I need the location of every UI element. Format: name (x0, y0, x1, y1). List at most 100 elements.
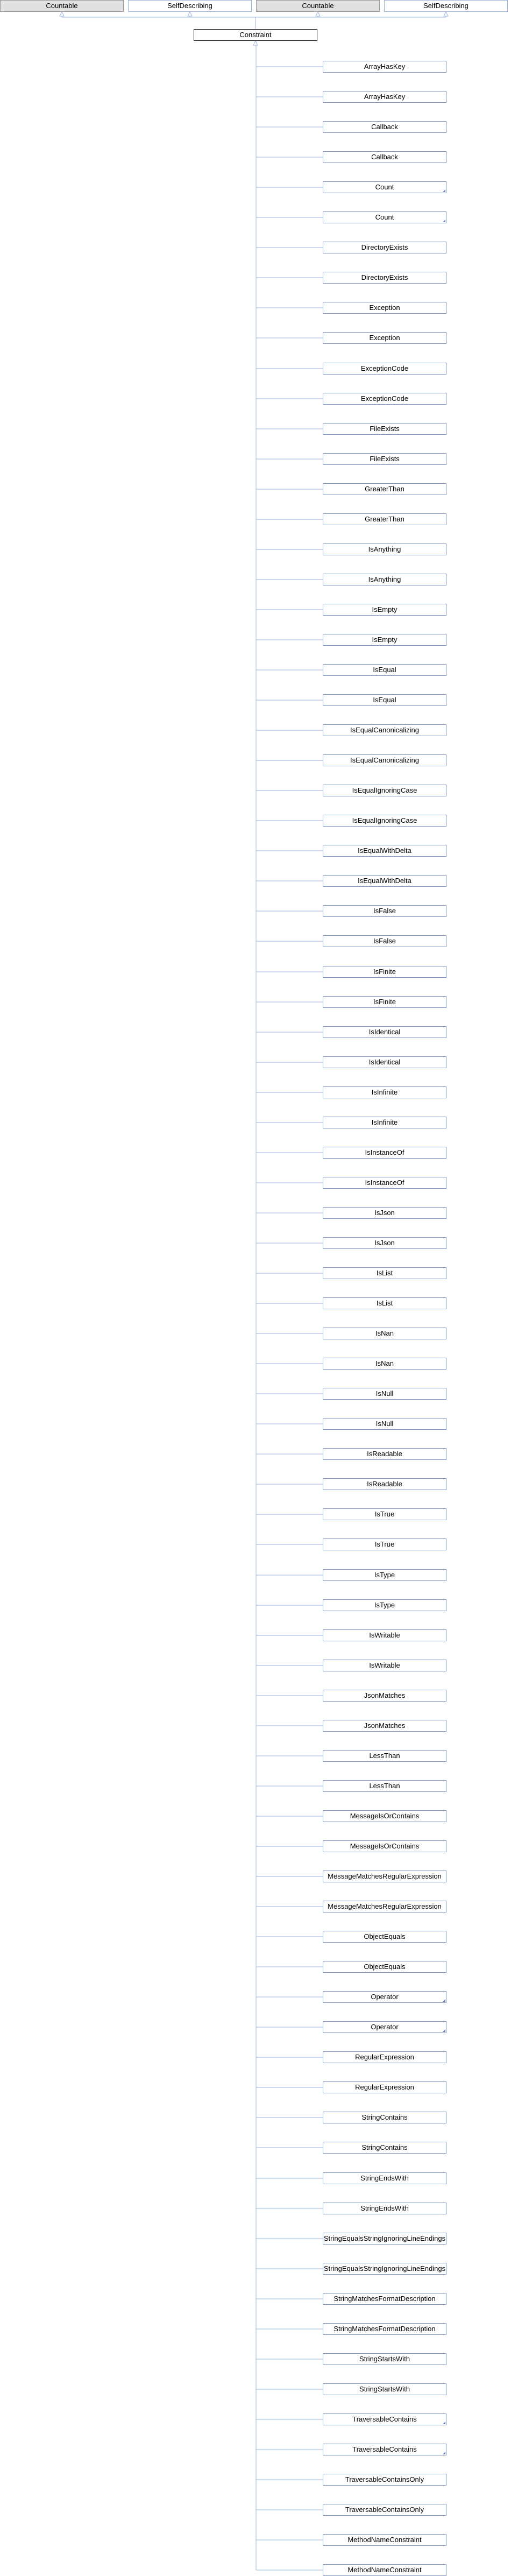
node-regular-expression[interactable]: RegularExpression (323, 2051, 446, 2063)
node-string-contains[interactable]: StringContains (323, 2142, 446, 2154)
node-is-type[interactable]: IsType (323, 1569, 446, 1581)
node-string-equals-string-ignoring-line-endings[interactable]: StringEqualsStringIgnoringLineEndings (323, 2263, 446, 2275)
node-is-equal-ignoring-case[interactable]: IsEqualIgnoringCase (323, 785, 446, 796)
node-label: Countable (302, 2, 334, 10)
node-is-writable[interactable]: IsWritable (323, 1629, 446, 1641)
node-is-false[interactable]: IsFalse (323, 935, 446, 947)
node-operator[interactable]: Operator (323, 2021, 446, 2033)
node-greater-than[interactable]: GreaterThan (323, 513, 446, 525)
node-is-json[interactable]: IsJson (323, 1237, 446, 1249)
node-regular-expression[interactable]: RegularExpression (323, 2081, 446, 2093)
node-is-json[interactable]: IsJson (323, 1207, 446, 1219)
node-is-null[interactable]: IsNull (323, 1388, 446, 1400)
node-callback[interactable]: Callback (323, 151, 446, 163)
node-message-is-or-contains[interactable]: MessageIsOrContains (323, 1840, 446, 1852)
node-is-infinite[interactable]: IsInfinite (323, 1086, 446, 1098)
node-is-finite[interactable]: IsFinite (323, 996, 446, 1008)
node-less-than[interactable]: LessThan (323, 1750, 446, 1762)
node-is-finite[interactable]: IsFinite (323, 966, 446, 978)
node-is-list[interactable]: IsList (323, 1267, 446, 1279)
node-is-instance-of[interactable]: IsInstanceOf (323, 1147, 446, 1159)
node-message-is-or-contains[interactable]: MessageIsOrContains (323, 1810, 446, 1822)
node-is-equal-canonicalizing[interactable]: IsEqualCanonicalizing (323, 724, 446, 736)
node-is-readable[interactable]: IsReadable (323, 1448, 446, 1460)
node-string-matches-format-description[interactable]: StringMatchesFormatDescription (323, 2293, 446, 2305)
node-message-matches-regular-expression[interactable]: MessageMatchesRegularExpression (323, 1901, 446, 1912)
node-count[interactable]: Count (323, 181, 446, 193)
node-string-matches-format-description[interactable]: StringMatchesFormatDescription (323, 2323, 446, 2335)
node-array-has-key[interactable]: ArrayHasKey (323, 61, 446, 73)
top-node-selfdescribing[interactable]: SelfDescribing (128, 0, 252, 12)
node-traversable-contains[interactable]: TraversableContains (323, 2413, 446, 2425)
node-greater-than[interactable]: GreaterThan (323, 483, 446, 495)
node-is-list[interactable]: IsList (323, 1297, 446, 1309)
node-string-starts-with[interactable]: StringStartsWith (323, 2383, 446, 2395)
arrow-into-constraint (253, 40, 258, 46)
top-node-countable[interactable]: Countable (256, 0, 380, 12)
node-is-type[interactable]: IsType (323, 1599, 446, 1611)
node-exception-code[interactable]: ExceptionCode (323, 363, 446, 375)
node-is-true[interactable]: IsTrue (323, 1538, 446, 1550)
node-operator[interactable]: Operator (323, 1991, 446, 2003)
node-is-anything[interactable]: IsAnything (323, 544, 446, 555)
node-label: IsReadable (367, 1480, 402, 1488)
node-traversable-contains-only[interactable]: TraversableContainsOnly (323, 2474, 446, 2486)
node-callback[interactable]: Callback (323, 121, 446, 133)
node-json-matches[interactable]: JsonMatches (323, 1690, 446, 1702)
node-string-ends-with[interactable]: StringEndsWith (323, 2172, 446, 2184)
node-is-identical[interactable]: IsIdentical (323, 1026, 446, 1038)
node-is-identical[interactable]: IsIdentical (323, 1056, 446, 1068)
node-is-equal[interactable]: IsEqual (323, 664, 446, 676)
node-is-false[interactable]: IsFalse (323, 905, 446, 917)
node-message-matches-regular-expression[interactable]: MessageMatchesRegularExpression (323, 1871, 446, 1882)
node-method-name-constraint[interactable]: MethodNameConstraint (323, 2534, 446, 2546)
node-string-contains[interactable]: StringContains (323, 2112, 446, 2123)
node-is-equal-ignoring-case[interactable]: IsEqualIgnoringCase (323, 815, 446, 827)
node-is-true[interactable]: IsTrue (323, 1508, 446, 1520)
node-label: JsonMatches (364, 1691, 406, 1699)
node-is-equal-with-delta[interactable]: IsEqualWithDelta (323, 875, 446, 887)
node-is-equal-canonicalizing[interactable]: IsEqualCanonicalizing (323, 754, 446, 766)
node-is-instance-of[interactable]: IsInstanceOf (323, 1177, 446, 1189)
node-object-equals[interactable]: ObjectEquals (323, 1961, 446, 1973)
node-exception[interactable]: Exception (323, 332, 446, 344)
node-array-has-key[interactable]: ArrayHasKey (323, 91, 446, 103)
node-less-than[interactable]: LessThan (323, 1780, 446, 1792)
node-string-ends-with[interactable]: StringEndsWith (323, 2203, 446, 2214)
node-label: IsIdentical (368, 1028, 401, 1036)
node-is-empty[interactable]: IsEmpty (323, 634, 446, 646)
node-label: MessageIsOrContains (350, 1842, 420, 1850)
node-object-equals[interactable]: ObjectEquals (323, 1931, 446, 1943)
node-is-anything[interactable]: IsAnything (323, 574, 446, 585)
node-is-empty[interactable]: IsEmpty (323, 604, 446, 616)
node-is-readable[interactable]: IsReadable (323, 1478, 446, 1490)
node-constraint[interactable]: Constraint (194, 29, 317, 41)
node-directory-exists[interactable]: DirectoryExists (323, 272, 446, 284)
node-is-null[interactable]: IsNull (323, 1418, 446, 1430)
node-file-exists[interactable]: FileExists (323, 453, 446, 465)
top-node-countable[interactable]: Countable (0, 0, 124, 12)
node-label: TraversableContainsOnly (345, 2475, 424, 2483)
node-is-nan[interactable]: IsNan (323, 1328, 446, 1339)
node-traversable-contains[interactable]: TraversableContains (323, 2444, 446, 2455)
node-label: TraversableContainsOnly (345, 2506, 424, 2514)
node-count[interactable]: Count (323, 211, 446, 223)
node-label: MessageMatchesRegularExpression (328, 1872, 442, 1880)
top-node-selfdescribing[interactable]: SelfDescribing (384, 0, 508, 12)
node-label: MessageIsOrContains (350, 1812, 420, 1820)
node-is-nan[interactable]: IsNan (323, 1358, 446, 1370)
more-indicator-icon (443, 2422, 445, 2424)
node-exception[interactable]: Exception (323, 302, 446, 314)
node-directory-exists[interactable]: DirectoryExists (323, 242, 446, 253)
node-string-starts-with[interactable]: StringStartsWith (323, 2353, 446, 2365)
node-exception-code[interactable]: ExceptionCode (323, 393, 446, 405)
node-string-equals-string-ignoring-line-endings[interactable]: StringEqualsStringIgnoringLineEndings (323, 2233, 446, 2245)
node-is-writable[interactable]: IsWritable (323, 1660, 446, 1671)
node-is-infinite[interactable]: IsInfinite (323, 1117, 446, 1128)
node-traversable-contains-only[interactable]: TraversableContainsOnly (323, 2504, 446, 2516)
node-is-equal[interactable]: IsEqual (323, 694, 446, 706)
node-json-matches[interactable]: JsonMatches (323, 1720, 446, 1732)
node-is-equal-with-delta[interactable]: IsEqualWithDelta (323, 845, 446, 857)
node-file-exists[interactable]: FileExists (323, 423, 446, 435)
node-label: DirectoryExists (361, 243, 408, 251)
